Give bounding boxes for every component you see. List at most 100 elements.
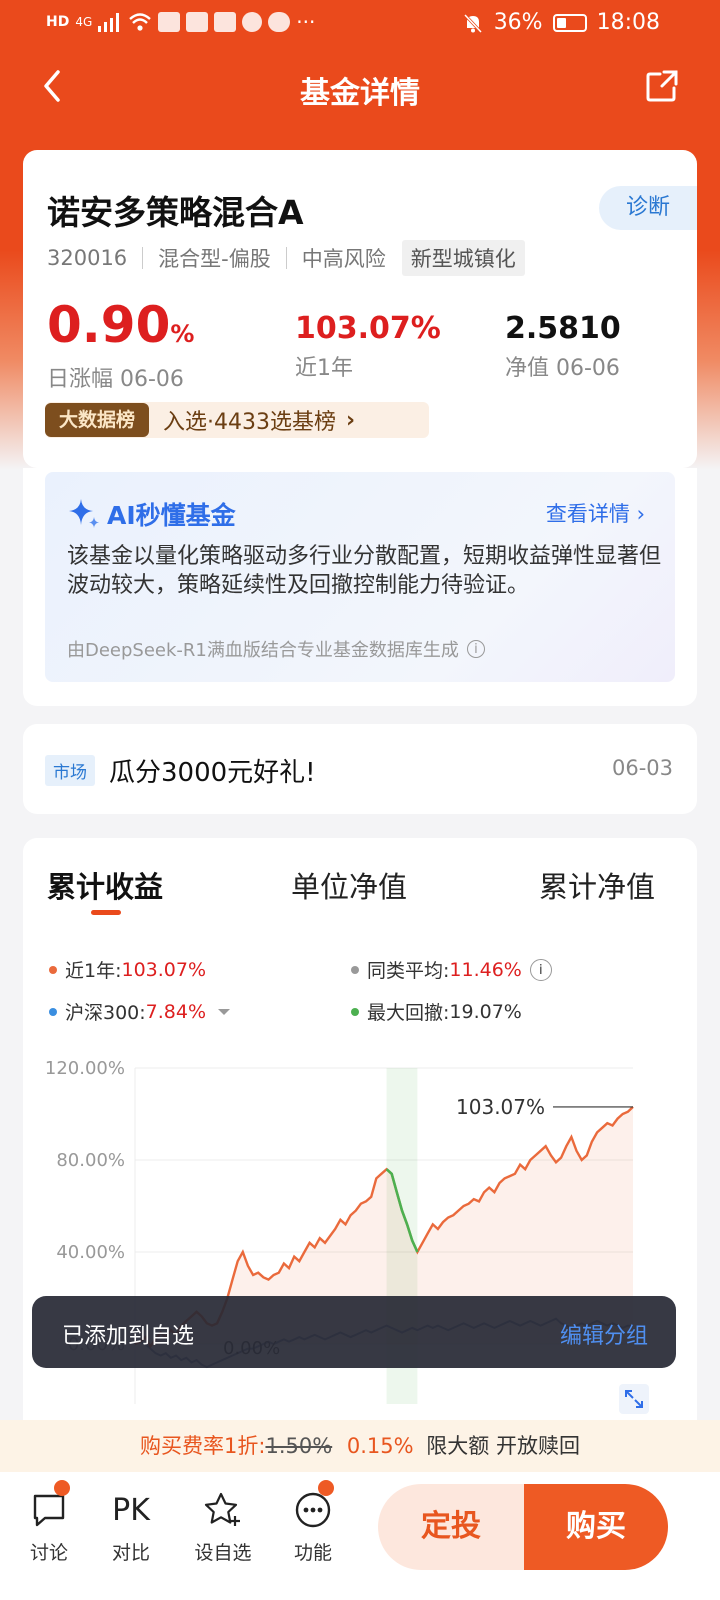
discuss-button[interactable]: 讨论 [16, 1488, 82, 1565]
fund-type: 混合型-偏股 [158, 247, 271, 271]
toast-message: 已添加到自选 [62, 1324, 195, 1349]
news-title: 瓜分3000元好礼! [109, 758, 316, 788]
notification-dot [318, 1480, 334, 1496]
expand-icon[interactable] [619, 1384, 649, 1414]
tab-unit-nav[interactable]: 单位净值 [291, 864, 407, 906]
ai-title-text: AI秒懂基金 [107, 501, 236, 530]
notification-dot [54, 1480, 70, 1496]
fund-name: 诺安多策略混合A [47, 193, 304, 232]
pk-icon: PK [112, 1492, 150, 1528]
star-plus-icon [204, 1492, 240, 1526]
dropdown-caret-icon [218, 1008, 231, 1015]
ai-summary-box[interactable]: AI秒懂基金 查看详情 › 该基金以量化策略驱动多行业分散配置，短期收益弹性显著… [45, 472, 675, 682]
y-tick-label: 80.00% [56, 1150, 125, 1171]
daily-change-unit: % [170, 320, 195, 348]
functions-button[interactable]: 功能 [280, 1488, 346, 1565]
legend-value: 7.84% [145, 1000, 207, 1023]
info-icon[interactable]: i [466, 640, 485, 658]
pk-button[interactable]: PK 对比 [98, 1488, 164, 1565]
wifi-icon [129, 13, 152, 31]
discuss-label: 讨论 [29, 1542, 68, 1564]
daily-change-value: 0.90% [47, 300, 194, 359]
fund-meta: 320016 混合型-偏股 中高风险 新型城镇化 [47, 240, 525, 276]
fee-suffix: 限大额 开放赎回 [426, 1434, 580, 1458]
ai-footer: 由DeepSeek-R1满血版结合专业基金数据库生成 i [67, 636, 485, 662]
battery-percent: 36% [493, 10, 543, 35]
more-circle-icon [295, 1492, 331, 1528]
tab-accumulated-nav[interactable]: 累计净值 [539, 864, 655, 906]
legend-peer: 同类平均: 11.46% i [351, 956, 552, 983]
status-left-icons: HD 4G ··· [46, 10, 315, 34]
y-tick-label: 120.00% [45, 1058, 125, 1079]
more-notifications-icon: ··· [296, 10, 316, 34]
legend-label: 近1年: [65, 960, 122, 982]
page-title: 基金详情 [300, 76, 420, 111]
mute-bell-icon [463, 13, 482, 33]
add-watchlist-button[interactable]: 设自选 [190, 1488, 256, 1565]
ai-summary-text: 该基金以量化策略驱动多行业分散配置，短期收益弹性显著但波动较大，策略延续性及回撤… [67, 544, 662, 598]
toast: 已添加到自选 编辑分组 [32, 1296, 676, 1368]
ai-section: AI秒懂基金 查看详情 › 该基金以量化策略驱动多行业分散配置，短期收益弹性显著… [23, 468, 697, 706]
year-return-label: 近1年 [295, 356, 353, 381]
hd-indicator: HD [46, 14, 70, 30]
fee-original: 1.50% [265, 1434, 333, 1458]
status-bar: HD 4G ··· 36% 18:08 [0, 0, 720, 46]
rank-banner[interactable]: 大数据榜 入选·4433选基榜 › [45, 402, 429, 438]
theme-tag[interactable]: 新型城镇化 [401, 240, 525, 276]
legend-label: 最大回撤: [367, 1002, 450, 1024]
auto-invest-button[interactable]: 定投 [378, 1484, 524, 1570]
network-indicator: 4G [75, 15, 93, 29]
y-tick-label: 40.00% [56, 1242, 125, 1263]
app-notification-icon [158, 12, 181, 32]
ai-title: AI秒懂基金 [67, 496, 236, 532]
nav-stat: 2.5810 净值 06-06 [505, 310, 621, 382]
performance-chart-card: 累计收益 单位净值 累计净值 近1年: 103.07% 同类平均: 11.46% i… [23, 838, 697, 1478]
edit-group-button[interactable]: 编辑分组 [560, 1318, 648, 1350]
fee-prefix: 购买费率1折: [140, 1434, 266, 1458]
daily-change-stat: 0.90% 日涨幅 06-06 [47, 300, 194, 393]
legend-index[interactable]: 沪深300: 7.84% [49, 998, 234, 1025]
news-tag: 市场 [45, 755, 95, 786]
watch-label: 设自选 [194, 1542, 252, 1564]
end-value-label: 103.07% [456, 1095, 545, 1119]
legend-value: 11.46% [449, 958, 522, 981]
signal-icon [98, 13, 120, 32]
legend-dot [351, 1007, 359, 1016]
sparkle-icon [69, 499, 99, 528]
battery-level [556, 17, 566, 28]
info-icon[interactable]: i [529, 958, 552, 981]
fund-risk: 中高风险 [301, 247, 386, 271]
chevron-right-icon: › [346, 407, 356, 433]
ai-more-link[interactable]: 查看详情 › [546, 498, 645, 528]
legend-dot [49, 965, 57, 974]
battery-icon [552, 13, 587, 32]
nav-label: 净值 06-06 [505, 356, 620, 381]
app-notification-icon [214, 12, 237, 32]
status-right: 36% 18:08 [462, 10, 660, 35]
share-icon[interactable] [644, 68, 680, 104]
tab-cumulative-return[interactable]: 累计收益 [47, 864, 163, 906]
ai-footer-text: 由DeepSeek-R1满血版结合专业基金数据库生成 [67, 640, 459, 661]
legend-fund: 近1年: 103.07% [49, 956, 206, 983]
tab-underline [91, 910, 121, 915]
legend-value: 19.07% [449, 1000, 522, 1023]
divider [142, 247, 144, 269]
buy-button[interactable]: 购买 [524, 1484, 668, 1570]
year-return-value: 103.07% [295, 311, 441, 346]
divider [285, 247, 287, 269]
legend-label: 同类平均: [367, 960, 450, 982]
year-return-stat: 103.07% 近1年 [295, 310, 441, 382]
func-label: 功能 [293, 1542, 332, 1564]
news-card[interactable]: 市场 瓜分3000元好礼! 06-03 [23, 724, 697, 814]
daily-change-label: 日涨幅 06-06 [47, 367, 184, 392]
daily-change-number: 0.90 [47, 296, 171, 354]
rank-badge: 大数据榜 [45, 403, 150, 437]
legend-dot [351, 965, 359, 974]
legend-label: 沪深300: [65, 1002, 146, 1024]
diagnose-button[interactable]: 诊断 [599, 186, 697, 230]
fee-current: 0.15% [346, 1434, 414, 1458]
rank-text: 入选·4433选基榜 [163, 410, 336, 435]
pk-label: 对比 [111, 1542, 150, 1564]
legend-drawdown: 最大回撤: 19.07% [351, 998, 522, 1025]
bottom-action-bar: 讨论 PK 对比 设自选 功能 定投 购买 [0, 1472, 720, 1600]
